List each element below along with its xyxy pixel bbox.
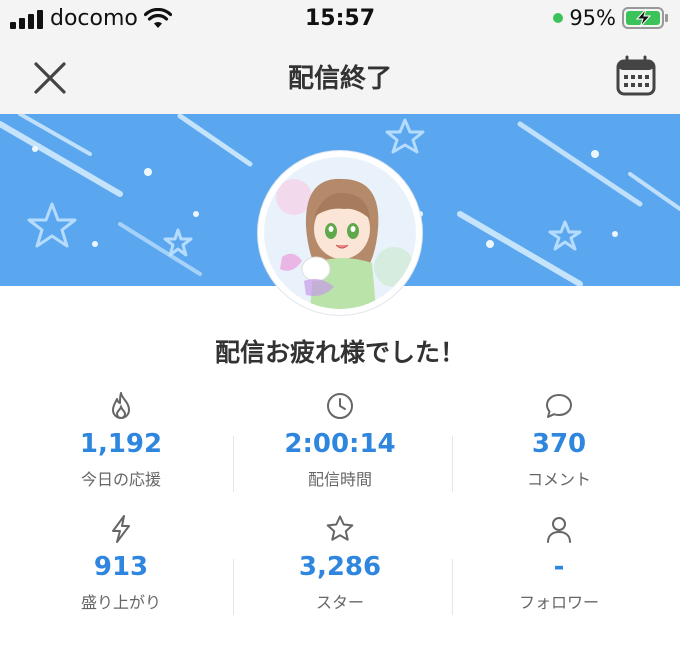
page-title: 配信終了	[287, 64, 392, 94]
clock-icon	[327, 393, 353, 419]
stat-divider	[233, 559, 234, 615]
stat-duration: 2:00:14 配信時間	[227, 390, 453, 490]
stat-label: コメント	[526, 470, 591, 489]
stat-value: -	[553, 552, 565, 582]
stat-value: 370	[531, 429, 587, 459]
calendar-icon[interactable]	[614, 54, 658, 98]
stat-label: 今日の応援	[80, 470, 161, 489]
stat-label: 配信時間	[307, 470, 372, 489]
stat-label: スター	[315, 593, 364, 612]
stat-followers: - フォロワー	[446, 513, 672, 613]
stat-label: 盛り上がり	[80, 593, 161, 612]
stat-divider	[233, 436, 234, 492]
stat-divider	[452, 559, 453, 615]
battery-percentage: 95%	[569, 6, 616, 30]
flame-icon	[112, 392, 130, 419]
stat-value: 1,192	[79, 429, 163, 459]
stat-comments: 370 コメント	[446, 390, 672, 490]
lightning-icon	[112, 515, 130, 543]
stat-stars: 3,286 スター	[227, 513, 453, 613]
stat-divider	[452, 436, 453, 492]
battery-charging-icon	[622, 7, 668, 29]
stat-cheers: 1,192 今日の応援	[8, 390, 234, 490]
comment-icon	[546, 394, 572, 418]
stat-value: 2:00:14	[284, 429, 396, 459]
status-right: 95%	[553, 6, 670, 30]
stat-value: 913	[93, 552, 149, 582]
star-icon	[326, 515, 354, 541]
person-icon	[547, 517, 571, 543]
stat-excitement: 913 盛り上がり	[8, 513, 234, 613]
avatar	[258, 151, 422, 315]
thanks-message: 配信お疲れ様でした！	[214, 338, 465, 367]
navigation-bar: 配信終了	[0, 38, 680, 114]
stat-value: 3,286	[298, 552, 382, 582]
avatar-image	[264, 157, 416, 309]
privacy-dot-icon	[553, 13, 564, 23]
stat-label: フォロワー	[518, 593, 599, 612]
status-bar: docomo 15:57 95%	[0, 0, 680, 38]
